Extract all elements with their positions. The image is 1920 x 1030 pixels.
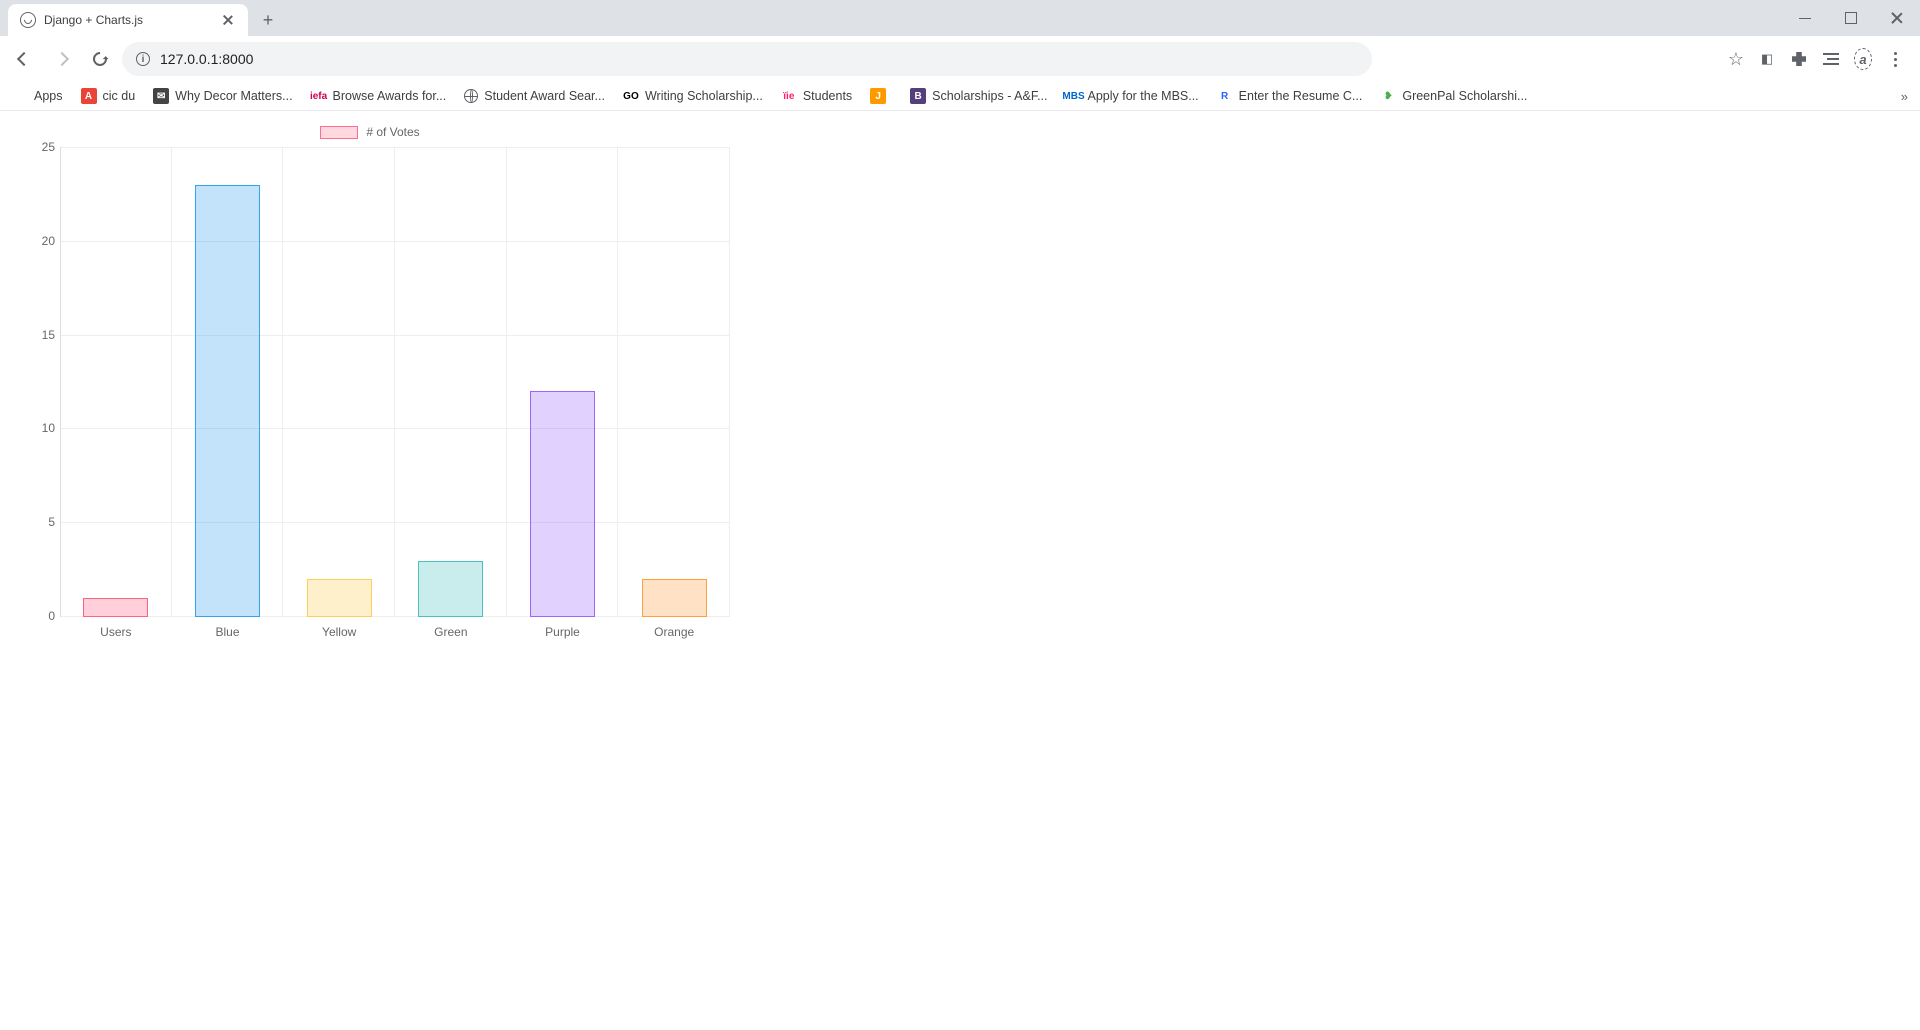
tab-bar: Django + Charts.js + — [0, 0, 1920, 36]
reading-list-icon[interactable] — [1822, 50, 1840, 68]
y-tick-label: 10 — [31, 421, 55, 435]
browser-chrome: Django + Charts.js + i 127.0.0.1:8000 ☆ … — [0, 0, 1920, 111]
bookmark-label: Apply for the MBS... — [1088, 89, 1199, 103]
menu-button[interactable] — [1886, 50, 1904, 68]
bookmark-label: Why Decor Matters... — [175, 89, 292, 103]
bookmark-favicon: MBS — [1066, 88, 1082, 104]
x-tick-label: Blue — [172, 625, 284, 639]
bookmark-favicon: ❥ — [1380, 88, 1396, 104]
page-content: # of Votes 0510152025 UsersBlueYellowGre… — [0, 111, 1920, 637]
bookmark-favicon: ✉ — [153, 88, 169, 104]
bookmark-label: Enter the Resume C... — [1239, 89, 1363, 103]
bar-slot: Green — [395, 147, 507, 617]
bookmark-favicon: J — [870, 88, 886, 104]
chart-legend[interactable]: # of Votes — [10, 121, 730, 147]
bookmark-item[interactable]: B Scholarships - A&F... — [910, 88, 1047, 104]
bookmark-label: Apps — [34, 89, 63, 103]
forward-button[interactable] — [46, 43, 78, 75]
bookmark-item[interactable]: ❥ GreenPal Scholarshi... — [1380, 88, 1527, 104]
bookmark-item[interactable]: Apps — [12, 88, 63, 104]
reload-icon — [90, 49, 110, 69]
x-tick-label: Yellow — [283, 625, 395, 639]
bookmark-label: Student Award Sear... — [484, 89, 605, 103]
new-tab-button[interactable]: + — [254, 6, 282, 34]
minimize-button[interactable] — [1782, 0, 1828, 36]
url-text: 127.0.0.1:8000 — [160, 51, 253, 67]
toolbar-right: ☆ ◧ a — [1728, 49, 1912, 70]
reload-button[interactable] — [84, 43, 116, 75]
y-tick-label: 15 — [31, 328, 55, 342]
x-tick-label: Orange — [618, 625, 730, 639]
bookmark-favicon: A — [81, 88, 97, 104]
bookmark-favicon: ïie — [781, 88, 797, 104]
bookmark-favicon: GO — [623, 88, 639, 104]
bookmark-item[interactable]: MBS Apply for the MBS... — [1066, 88, 1199, 104]
bookmark-label: GreenPal Scholarshi... — [1402, 89, 1527, 103]
y-tick-label: 20 — [31, 234, 55, 248]
y-tick-label: 25 — [31, 140, 55, 154]
bookmark-item[interactable]: ✉ Why Decor Matters... — [153, 88, 292, 104]
close-window-button[interactable] — [1874, 0, 1920, 36]
chart-plot: 0510152025 UsersBlueYellowGreenPurpleOra… — [60, 147, 730, 637]
bar[interactable] — [530, 391, 595, 617]
bookmark-favicon: R — [1217, 88, 1233, 104]
bar-slot: Blue — [172, 147, 284, 617]
bookmark-label: Writing Scholarship... — [645, 89, 763, 103]
bar-slot: Purple — [507, 147, 619, 617]
bookmarks-overflow-icon[interactable]: » — [1901, 89, 1908, 104]
bar-slot: Users — [60, 147, 172, 617]
extensions-icon[interactable] — [1790, 50, 1808, 68]
chart-bars: UsersBlueYellowGreenPurpleOrange — [60, 147, 730, 617]
bar-slot: Orange — [618, 147, 730, 617]
browser-tab[interactable]: Django + Charts.js — [8, 4, 248, 36]
bookmark-item[interactable]: J — [870, 88, 892, 104]
bookmarks-bar: Apps Acic du ✉ Why Decor Matters... iefa Brow… — [0, 82, 1920, 111]
arrow-right-icon — [55, 52, 69, 66]
bookmark-star-icon[interactable]: ☆ — [1728, 49, 1744, 70]
bar[interactable] — [418, 561, 483, 617]
bookmark-item[interactable]: Acic du — [81, 88, 136, 104]
maximize-button[interactable] — [1828, 0, 1874, 36]
window-controls — [1782, 0, 1920, 36]
close-tab-icon[interactable] — [220, 12, 236, 28]
tab-title: Django + Charts.js — [44, 13, 212, 27]
bookmark-label: Scholarships - A&F... — [932, 89, 1047, 103]
bar[interactable] — [195, 185, 260, 617]
x-tick-label: Purple — [507, 625, 619, 639]
bookmark-item[interactable]: Student Award Sear... — [464, 89, 605, 103]
x-tick-label: Users — [60, 625, 172, 639]
x-tick-label: Green — [395, 625, 507, 639]
toolbar: i 127.0.0.1:8000 ☆ ◧ a — [0, 36, 1920, 82]
arrow-left-icon — [17, 52, 31, 66]
chart: # of Votes 0510152025 UsersBlueYellowGre… — [10, 121, 730, 637]
bookmark-favicon: B — [910, 88, 926, 104]
bookmark-favicon — [12, 88, 28, 104]
y-tick-label: 0 — [31, 609, 55, 623]
y-tick-label: 5 — [31, 515, 55, 529]
address-bar[interactable]: i 127.0.0.1:8000 — [122, 42, 1372, 76]
bookmark-label: cic du — [103, 89, 136, 103]
extension-a-icon[interactable]: a — [1854, 50, 1872, 68]
bookmark-item[interactable]: R Enter the Resume C... — [1217, 88, 1363, 104]
legend-label: # of Votes — [366, 125, 419, 139]
bar[interactable] — [307, 579, 372, 617]
bookmark-item[interactable]: ïie Students — [781, 88, 852, 104]
bookmark-item[interactable]: iefa Browse Awards for... — [311, 88, 447, 104]
bar[interactable] — [83, 598, 148, 617]
legend-swatch — [320, 126, 358, 139]
site-info-icon[interactable]: i — [136, 52, 150, 66]
save-page-icon[interactable]: ◧ — [1758, 50, 1776, 68]
bookmark-favicon — [464, 89, 478, 103]
bar-slot: Yellow — [283, 147, 395, 617]
bookmark-favicon: iefa — [311, 88, 327, 104]
bookmark-item[interactable]: GO Writing Scholarship... — [623, 88, 763, 104]
bookmark-label: Browse Awards for... — [333, 89, 447, 103]
bar[interactable] — [642, 579, 707, 617]
back-button[interactable] — [8, 43, 40, 75]
globe-icon — [20, 12, 36, 28]
bookmark-label: Students — [803, 89, 852, 103]
